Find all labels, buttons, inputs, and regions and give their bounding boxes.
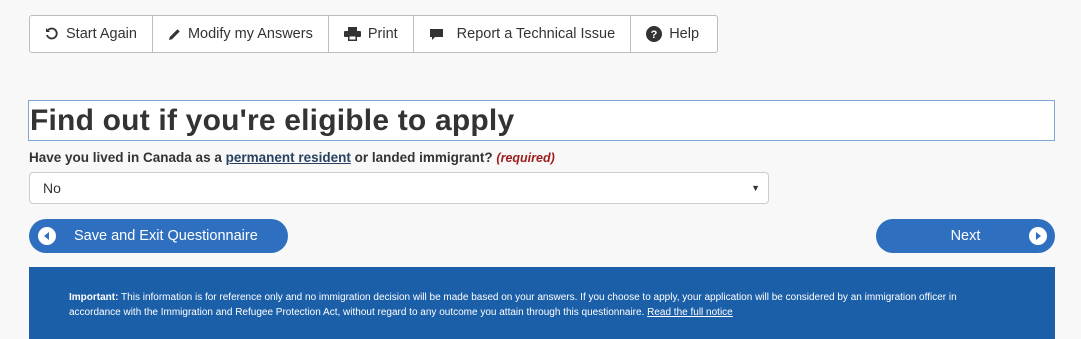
important-notice: Important: This information is for refer… [29, 267, 1055, 339]
start-again-label: Start Again [66, 26, 137, 42]
refresh-icon [45, 27, 59, 41]
svg-text:?: ? [651, 29, 658, 41]
report-issue-label: Report a Technical Issue [456, 26, 616, 42]
arrow-left-circle-icon [38, 227, 56, 245]
help-button[interactable]: ? Help [630, 15, 719, 53]
answer-select[interactable]: No ▼ [29, 172, 769, 204]
pencil-icon [168, 28, 181, 41]
modify-answers-button[interactable]: Modify my Answers [151, 15, 329, 53]
chevron-down-icon: ▼ [751, 183, 760, 193]
notice-text: This information is for reference only a… [69, 292, 957, 318]
notice-label: Important: [69, 292, 119, 303]
next-label: Next [950, 228, 981, 244]
page-title-box: Find out if you're eligible to apply [28, 100, 1055, 141]
print-button[interactable]: Print [327, 15, 414, 53]
arrow-right-circle-icon [1029, 227, 1047, 245]
printer-icon [343, 27, 361, 41]
permanent-resident-link[interactable]: permanent resident [226, 150, 351, 165]
save-exit-label: Save and Exit Questionnaire [74, 228, 258, 244]
answer-select-value: No [43, 180, 61, 196]
question-label: Have you lived in Canada as a permanent … [29, 150, 555, 165]
comment-icon [429, 28, 444, 41]
required-indicator: (required) [496, 151, 555, 165]
read-full-notice-link[interactable]: Read the full notice [647, 307, 733, 318]
question-circle-icon: ? [646, 26, 663, 42]
modify-answers-label: Modify my Answers [187, 26, 313, 42]
start-again-button[interactable]: Start Again [29, 15, 153, 53]
page-title: Find out if you're eligible to apply [30, 103, 515, 137]
help-label: Help [669, 26, 700, 42]
report-issue-button[interactable]: Report a Technical Issue [412, 15, 632, 53]
toolbar: Start Again Modify my Answers Print Repo… [29, 15, 719, 53]
save-exit-button[interactable]: Save and Exit Questionnaire [29, 219, 288, 253]
question-suffix: or landed immigrant? [350, 150, 493, 165]
next-button[interactable]: Next [876, 219, 1055, 253]
question-prefix: Have you lived in Canada as a [29, 150, 226, 165]
print-label: Print [367, 26, 398, 42]
